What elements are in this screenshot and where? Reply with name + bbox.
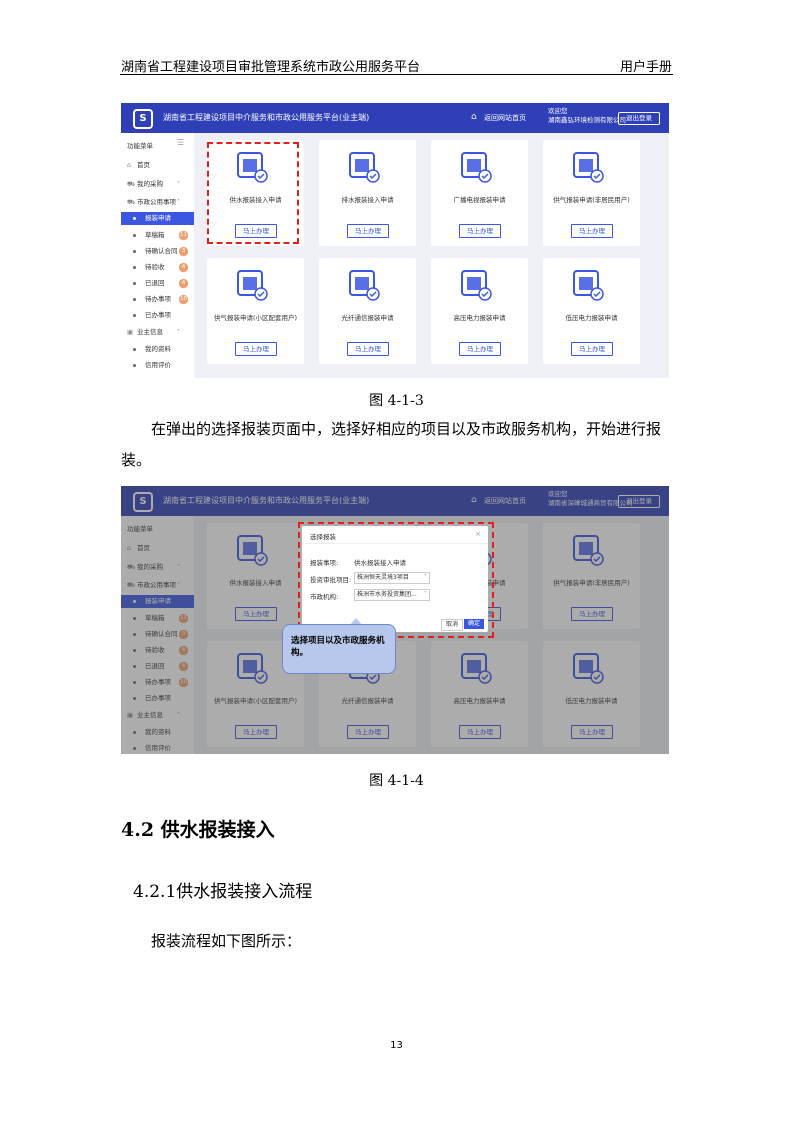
service-label: 供气报装申请(小区配套用户) xyxy=(213,314,298,322)
service-label: 排水报装接入申请 xyxy=(341,196,394,204)
cart-icon: ⛟ xyxy=(127,180,136,188)
sidebar-item-my-info[interactable]: 我的资料 xyxy=(121,343,194,356)
figure-caption-2: 图 4-1-4 xyxy=(369,773,424,789)
page-number: 13 xyxy=(390,1040,403,1051)
cart-icon: ⛟ xyxy=(127,198,136,206)
app-logo-icon: S xyxy=(133,109,153,129)
body-paragraph: 在弹出的选择报装页面中，选择好相应的项目以及市政服务机构，开始进行报装。 xyxy=(121,420,662,469)
service-card[interactable]: 广播电视报装申请马上办理 xyxy=(431,140,528,246)
screenshot-select-dialog: S 湖南省工程建设项目中介服务和市政公用服务平台(业主端) ⌂ 返回网站首页 欢… xyxy=(121,486,669,754)
go-button[interactable]: 马上办理 xyxy=(459,224,501,238)
gas-icon xyxy=(571,150,605,184)
section-heading: 4.2 供水报装接入 xyxy=(121,819,275,841)
go-button[interactable]: 马上办理 xyxy=(347,224,389,238)
logout-button[interactable]: 退出登录 xyxy=(618,112,660,125)
count-badge: 11 xyxy=(179,231,188,240)
count-badge: 3 xyxy=(179,247,188,256)
drainage-icon xyxy=(347,150,381,184)
welcome-text: 欢迎您 xyxy=(548,107,568,115)
chevron-down-icon: ˅ xyxy=(177,181,180,188)
callout-text: 选择项目以及市政服务机构。 xyxy=(291,636,385,658)
header-divider xyxy=(120,74,673,75)
go-button[interactable]: 马上办理 xyxy=(459,342,501,356)
high-voltage-icon xyxy=(459,268,493,302)
sidebar-item-apply[interactable]: 报装申请 xyxy=(121,212,194,225)
chevron-up-icon: ˄ xyxy=(177,199,180,206)
highlight-box xyxy=(207,142,299,244)
service-card[interactable]: 低压电力报装申请马上办理 xyxy=(543,258,640,364)
service-label: 高压电力报装申请 xyxy=(453,314,506,322)
sidebar: 功能菜单 ☰ ⌂ 首页 ⛟ 我的采购 ˅ ⛟ 市政公用事项 ˄ 报装申请 草稿箱 11 待确… xyxy=(121,133,194,378)
highlight-box xyxy=(298,522,494,638)
broadcast-tv-icon xyxy=(459,150,493,184)
service-card[interactable]: 供气报装申请(非居民用户) 马上办理 xyxy=(543,140,640,246)
count-badge: 4 xyxy=(179,263,188,272)
go-button[interactable]: 马上办理 xyxy=(571,342,613,356)
home-icon[interactable]: ⌂ xyxy=(471,112,477,122)
service-card[interactable]: 高压电力报装申请马上办理 xyxy=(431,258,528,364)
sidebar-item-owner-info[interactable]: ▣ 业主信息 ˄ xyxy=(121,326,194,339)
count-badge: 4 xyxy=(179,279,188,288)
sidebar-item-todo[interactable]: 待办事项 10 xyxy=(121,293,194,306)
sidebar-item-done[interactable]: 已办事项 xyxy=(121,309,194,322)
callout-bubble: 选择项目以及市政服务机构。 xyxy=(282,624,396,674)
sidebar-item-purchase[interactable]: ⛟ 我的采购 ˅ xyxy=(121,178,194,191)
count-badge: 10 xyxy=(179,295,188,304)
home-link[interactable]: 返回网站首页 xyxy=(484,113,526,123)
go-button[interactable]: 马上办理 xyxy=(347,342,389,356)
doc-header-manual: 用户手册 xyxy=(619,60,672,75)
body-paragraph-2: 报装流程如下图所示： xyxy=(151,932,302,950)
service-label: 低压电力报装申请 xyxy=(565,314,618,322)
fiber-icon xyxy=(347,268,381,302)
sidebar-item-to-accept[interactable]: 待验收 4 xyxy=(121,261,194,274)
app-topbar: S 湖南省工程建设项目中介服务和市政公用服务平台(业主端) ⌂ 返回网站首页 欢… xyxy=(121,103,669,133)
sidebar-item-credit[interactable]: 信用评价 xyxy=(121,359,194,372)
chevron-up-icon: ˄ xyxy=(177,329,180,336)
app-title: 湖南省工程建设项目中介服务和市政公用服务平台(业主端) xyxy=(163,113,370,122)
menu-toggle-icon[interactable]: ☰ xyxy=(177,138,184,147)
doc-header-title: 湖南省工程建设项目审批管理系统市政公用服务平台 xyxy=(121,60,421,75)
figure-caption-1: 图 4-1-3 xyxy=(369,393,424,409)
sidebar-item-draft[interactable]: 草稿箱 11 xyxy=(121,229,194,242)
gas-community-icon xyxy=(235,268,269,302)
welcome-block: 欢迎您 湖南鑫弘环境检测有限公司 xyxy=(548,107,626,125)
service-label: 供气报装申请(非居民用户) xyxy=(553,196,630,204)
low-voltage-icon xyxy=(571,268,605,302)
service-label: 光纤通信报装申请 xyxy=(341,314,394,322)
sidebar-item-returned[interactable]: 已退回 4 xyxy=(121,277,194,290)
service-label: 广播电视报装申请 xyxy=(453,196,506,204)
subsection-heading: 4.2.1供水报装接入流程 xyxy=(133,882,313,902)
user-card-icon: ▣ xyxy=(127,328,134,336)
screenshot-service-list: S 湖南省工程建设项目中介服务和市政公用服务平台(业主端) ⌂ 返回网站首页 欢… xyxy=(121,103,669,378)
sidebar-item-home[interactable]: ⌂ 首页 xyxy=(121,159,194,172)
service-card[interactable]: 排水报装接入申请马上办理 xyxy=(319,140,416,246)
sidebar-item-municipal[interactable]: ⛟ 市政公用事项 ˄ xyxy=(121,196,194,209)
home-icon: ⌂ xyxy=(127,161,132,169)
service-card[interactable]: 供气报装申请(小区配套用户) 马上办理 xyxy=(207,258,304,364)
go-button[interactable]: 马上办理 xyxy=(571,224,613,238)
go-button[interactable]: 马上办理 xyxy=(235,342,277,356)
service-card[interactable]: 光纤通信报装申请马上办理 xyxy=(319,258,416,364)
sidebar-item-confirm-contract[interactable]: 待确认合同 3 xyxy=(121,245,194,258)
company-name: 湖南鑫弘环境检测有限公司 xyxy=(548,116,626,124)
sidebar-title: 功能菜单 xyxy=(127,142,153,150)
